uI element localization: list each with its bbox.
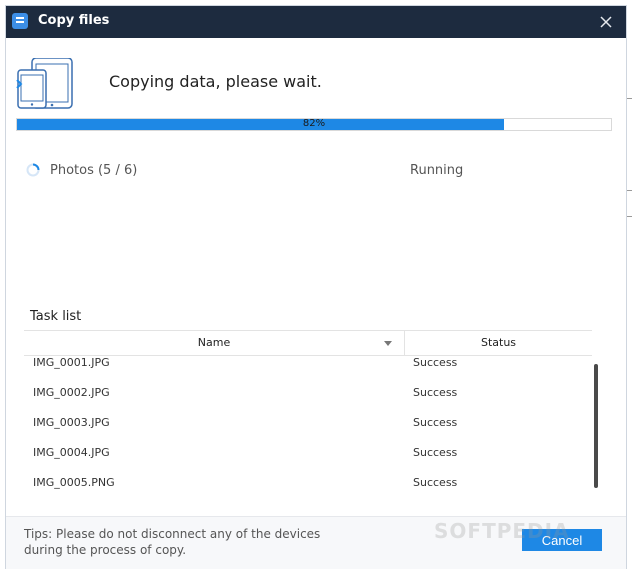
current-job-label: Photos (5 / 6) xyxy=(50,163,138,178)
status-message: Copying data, please wait. xyxy=(109,72,322,91)
tips-line-1: Tips: Please do not disconnect any of th… xyxy=(24,527,321,541)
file-name: IMG_0002.JPG xyxy=(33,386,110,399)
column-header-name-label: Name xyxy=(197,336,231,349)
dialog-footer: Tips: Please do not disconnect any of th… xyxy=(6,516,626,569)
task-list-label: Task list xyxy=(30,309,82,324)
file-name: IMG_0004.JPG xyxy=(33,446,110,459)
table-header: Name Status xyxy=(24,330,592,356)
copy-files-dialog: Copy files Copying data, please wait. 82… xyxy=(6,6,626,569)
progress-percent: 82% xyxy=(302,118,326,129)
file-name: IMG_0003.JPG xyxy=(33,416,110,429)
file-status: Success xyxy=(413,416,458,429)
file-status: Success xyxy=(413,386,458,399)
cancel-button[interactable]: Cancel xyxy=(522,529,602,551)
table-scrollbar[interactable] xyxy=(594,364,598,488)
column-header-status[interactable]: Status xyxy=(405,331,592,355)
tips-line-2: during the process of copy. xyxy=(24,543,187,557)
tablet-phone-icon xyxy=(16,57,74,114)
progress-bar: 82% xyxy=(16,118,612,131)
tips-text: Tips: Please do not disconnect any of th… xyxy=(24,526,344,558)
table-row[interactable]: IMG_0003.JPG Success xyxy=(24,408,592,438)
task-list-table: Name Status IMG_0001.JPG Success IMG_000… xyxy=(24,330,602,495)
close-icon xyxy=(600,16,612,28)
close-button[interactable] xyxy=(596,12,616,32)
table-row[interactable]: IMG_0005.PNG Success xyxy=(24,468,592,495)
file-name: IMG_0001.JPG xyxy=(33,356,110,369)
file-status: Success xyxy=(413,476,458,489)
dialog-title: Copy files xyxy=(38,13,110,28)
background-divider xyxy=(626,98,632,99)
table-body: IMG_0001.JPG Success IMG_0002.JPG Succes… xyxy=(24,348,592,495)
column-header-name[interactable]: Name xyxy=(24,331,405,355)
table-row[interactable]: IMG_0004.JPG Success xyxy=(24,438,592,468)
sort-down-icon[interactable] xyxy=(384,341,392,346)
table-row[interactable]: IMG_0002.JPG Success xyxy=(24,378,592,408)
file-name: IMG_0005.PNG xyxy=(33,476,115,489)
app-logo-icon xyxy=(12,13,28,29)
loading-spinner-icon xyxy=(26,163,40,177)
current-job-status: Running xyxy=(410,163,464,178)
title-bar: Copy files xyxy=(6,6,626,38)
file-status: Success xyxy=(413,356,458,369)
background-divider xyxy=(626,216,632,217)
file-status: Success xyxy=(413,446,458,459)
background-divider xyxy=(626,190,632,191)
